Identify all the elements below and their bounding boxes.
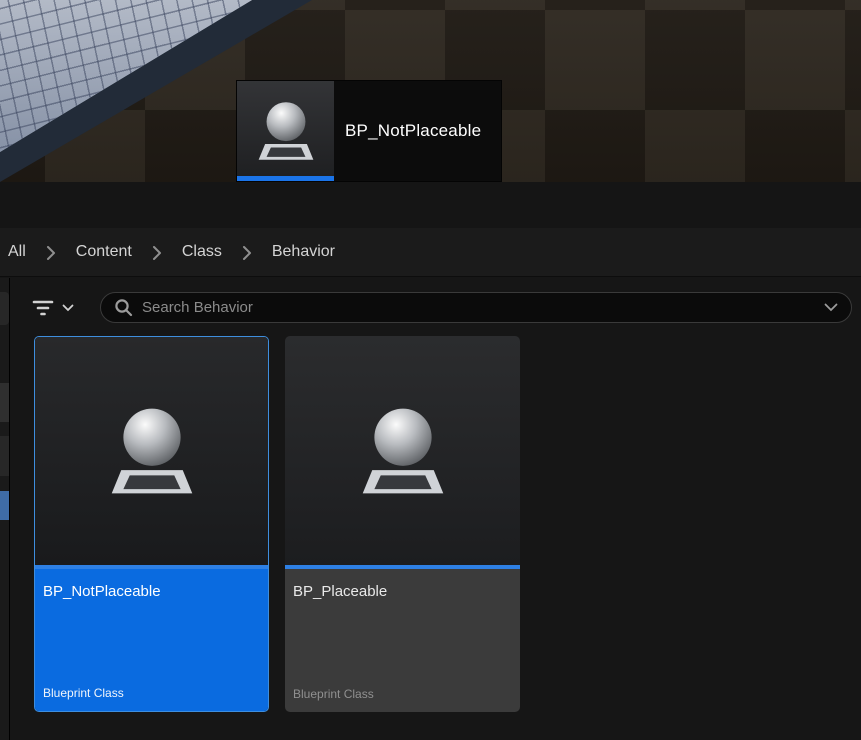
search-icon [114, 298, 133, 317]
search-input[interactable] [142, 299, 815, 316]
chevron-right-icon [45, 246, 57, 260]
chevron-right-icon [241, 246, 253, 260]
funnel-icon [31, 299, 55, 317]
asset-tile-bp-placeable[interactable]: BP_Placeable Blueprint Class [285, 336, 520, 712]
unreal-editor-window: BP_NotPlaceable All Content Class Behavi… [0, 0, 861, 740]
asset-info: BP_NotPlaceable Blueprint Class [35, 569, 268, 711]
sources-panel-edge-item [0, 383, 9, 422]
content-browser-header [0, 182, 861, 228]
drag-preview-tooltip: BP_NotPlaceable [236, 80, 502, 182]
asset-info: BP_Placeable Blueprint Class [285, 569, 520, 712]
breadcrumb-item-class[interactable]: Class [182, 243, 222, 261]
sources-panel-edge[interactable] [0, 278, 10, 740]
search-bar[interactable] [100, 292, 852, 323]
breadcrumb: All Content Class Behavior [0, 228, 861, 277]
chevron-right-icon [151, 246, 163, 260]
breadcrumb-item-content[interactable]: Content [76, 243, 132, 261]
sources-panel-edge-item [0, 436, 9, 476]
asset-name: BP_Placeable [293, 583, 512, 600]
blueprint-sphere-icon [99, 398, 205, 504]
chevron-down-icon [62, 304, 74, 312]
asset-tile-bp-notplaceable[interactable]: BP_NotPlaceable Blueprint Class [34, 336, 269, 712]
level-viewport[interactable]: BP_NotPlaceable [0, 0, 861, 182]
drag-preview-thumbnail [237, 81, 334, 181]
breadcrumb-item-behavior[interactable]: Behavior [272, 243, 335, 261]
sources-panel-edge-item [0, 292, 9, 325]
asset-thumbnail [35, 337, 268, 565]
asset-type-label: Blueprint Class [43, 686, 124, 700]
blueprint-sphere-icon [250, 95, 322, 167]
asset-thumbnail [285, 336, 520, 565]
asset-status-bar [237, 176, 334, 181]
drag-preview-label: BP_NotPlaceable [334, 81, 501, 181]
blueprint-sphere-icon [350, 398, 456, 504]
chevron-down-icon[interactable] [824, 303, 838, 312]
sources-panel-edge-item-selected [0, 491, 9, 520]
filter-button[interactable] [31, 293, 89, 323]
asset-name: BP_NotPlaceable [43, 583, 260, 600]
breadcrumb-item-all[interactable]: All [8, 243, 26, 261]
asset-type-label: Blueprint Class [293, 687, 374, 701]
